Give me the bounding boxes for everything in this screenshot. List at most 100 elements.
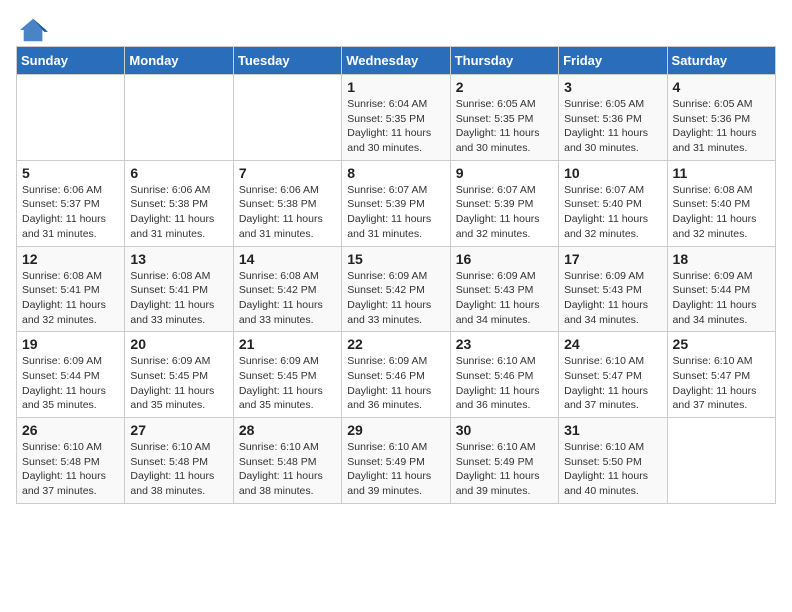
calendar-cell: 31 Sunrise: 6:10 AMSunset: 5:50 PMDayligh… (559, 418, 667, 504)
day-number: 4 (673, 79, 770, 95)
day-number: 25 (673, 336, 770, 352)
calendar-cell: 24Sunrise: 6:10 AMSunset: 5:47 PMDayligh… (559, 332, 667, 418)
day-info: Sunrise: 6:10 AMSunset: 5:48 PMDaylight:… (22, 440, 119, 499)
calendar-cell: 13 Sunrise: 6:08 AMSunset: 5:41 PMDayligh… (125, 246, 233, 332)
calendar-cell: 9 Sunrise: 6:07 AMSunset: 5:39 PMDaylight… (450, 160, 558, 246)
day-info: Sunrise: 6:09 AMSunset: 5:45 PMDaylight:… (239, 354, 336, 413)
logo (16, 16, 48, 38)
day-header-saturday: Saturday (667, 47, 775, 75)
calendar-header-row: SundayMondayTuesdayWednesdayThursdayFrid… (17, 47, 776, 75)
calendar-cell: 5 Sunrise: 6:06 AMSunset: 5:37 PMDaylight… (17, 160, 125, 246)
day-header-monday: Monday (125, 47, 233, 75)
day-info: Sunrise: 6:07 AMSunset: 5:39 PMDaylight:… (347, 183, 444, 242)
day-number: 3 (564, 79, 661, 95)
day-number: 17 (564, 251, 661, 267)
day-info: Sunrise: 6:05 AMSunset: 5:35 PMDaylight:… (456, 97, 553, 156)
day-info: Sunrise: 6:10 AMSunset: 5:49 PMDaylight:… (456, 440, 553, 499)
calendar-cell (233, 75, 341, 161)
calendar-cell: 21 Sunrise: 6:09 AMSunset: 5:45 PMDayligh… (233, 332, 341, 418)
day-number: 27 (130, 422, 227, 438)
day-info: Sunrise: 6:08 AMSunset: 5:41 PMDaylight:… (22, 269, 119, 328)
calendar-cell (125, 75, 233, 161)
day-number: 11 (673, 165, 770, 181)
calendar-week-4: 19 Sunrise: 6:09 AMSunset: 5:44 PMDayligh… (17, 332, 776, 418)
calendar-cell (17, 75, 125, 161)
calendar-cell: 29 Sunrise: 6:10 AMSunset: 5:49 PMDayligh… (342, 418, 450, 504)
calendar-cell: 18Sunrise: 6:09 AMSunset: 5:44 PMDayligh… (667, 246, 775, 332)
logo-icon (20, 16, 48, 44)
day-info: Sunrise: 6:09 AMSunset: 5:44 PMDaylight:… (22, 354, 119, 413)
day-number: 9 (456, 165, 553, 181)
day-number: 14 (239, 251, 336, 267)
calendar-cell: 8Sunrise: 6:07 AMSunset: 5:39 PMDaylight… (342, 160, 450, 246)
day-info: Sunrise: 6:10 AMSunset: 5:46 PMDaylight:… (456, 354, 553, 413)
day-header-sunday: Sunday (17, 47, 125, 75)
day-number: 18 (673, 251, 770, 267)
calendar-cell: 26Sunrise: 6:10 AMSunset: 5:48 PMDayligh… (17, 418, 125, 504)
calendar-cell: 27 Sunrise: 6:10 AMSunset: 5:48 PMDayligh… (125, 418, 233, 504)
day-number: 22 (347, 336, 444, 352)
day-info: Sunrise: 6:10 AMSunset: 5:47 PMDaylight:… (673, 354, 770, 413)
day-header-friday: Friday (559, 47, 667, 75)
calendar-cell: 23 Sunrise: 6:10 AMSunset: 5:46 PMDayligh… (450, 332, 558, 418)
day-info: Sunrise: 6:10 AMSunset: 5:49 PMDaylight:… (347, 440, 444, 499)
day-number: 16 (456, 251, 553, 267)
day-info: Sunrise: 6:10 AMSunset: 5:50 PMDaylight:… (564, 440, 661, 499)
calendar-cell: 20 Sunrise: 6:09 AMSunset: 5:45 PMDayligh… (125, 332, 233, 418)
calendar-cell: 14 Sunrise: 6:08 AMSunset: 5:42 PMDayligh… (233, 246, 341, 332)
day-info: Sunrise: 6:09 AMSunset: 5:42 PMDaylight:… (347, 269, 444, 328)
day-header-tuesday: Tuesday (233, 47, 341, 75)
day-number: 10 (564, 165, 661, 181)
calendar-cell: 19 Sunrise: 6:09 AMSunset: 5:44 PMDayligh… (17, 332, 125, 418)
calendar-cell: 6 Sunrise: 6:06 AMSunset: 5:38 PMDaylight… (125, 160, 233, 246)
day-info: Sunrise: 6:09 AMSunset: 5:43 PMDaylight:… (456, 269, 553, 328)
calendar-cell: 17 Sunrise: 6:09 AMSunset: 5:43 PMDayligh… (559, 246, 667, 332)
day-header-wednesday: Wednesday (342, 47, 450, 75)
day-info: Sunrise: 6:10 AMSunset: 5:47 PMDaylight:… (564, 354, 661, 413)
day-number: 15 (347, 251, 444, 267)
day-number: 28 (239, 422, 336, 438)
day-info: Sunrise: 6:10 AMSunset: 5:48 PMDaylight:… (239, 440, 336, 499)
day-number: 23 (456, 336, 553, 352)
calendar-cell (667, 418, 775, 504)
day-info: Sunrise: 6:06 AMSunset: 5:38 PMDaylight:… (130, 183, 227, 242)
day-number: 20 (130, 336, 227, 352)
day-info: Sunrise: 6:09 AMSunset: 5:46 PMDaylight:… (347, 354, 444, 413)
calendar-cell: 11 Sunrise: 6:08 AMSunset: 5:40 PMDayligh… (667, 160, 775, 246)
day-info: Sunrise: 6:07 AMSunset: 5:39 PMDaylight:… (456, 183, 553, 242)
day-number: 19 (22, 336, 119, 352)
day-number: 31 (564, 422, 661, 438)
calendar-cell: 12Sunrise: 6:08 AMSunset: 5:41 PMDayligh… (17, 246, 125, 332)
day-number: 2 (456, 79, 553, 95)
calendar-cell: 30Sunrise: 6:10 AMSunset: 5:49 PMDayligh… (450, 418, 558, 504)
calendar-week-1: 1Sunrise: 6:04 AMSunset: 5:35 PMDaylight… (17, 75, 776, 161)
day-info: Sunrise: 6:08 AMSunset: 5:40 PMDaylight:… (673, 183, 770, 242)
calendar-cell: 2 Sunrise: 6:05 AMSunset: 5:35 PMDaylight… (450, 75, 558, 161)
calendar-week-2: 5 Sunrise: 6:06 AMSunset: 5:37 PMDaylight… (17, 160, 776, 246)
day-info: Sunrise: 6:09 AMSunset: 5:43 PMDaylight:… (564, 269, 661, 328)
day-number: 1 (347, 79, 444, 95)
day-number: 21 (239, 336, 336, 352)
day-number: 6 (130, 165, 227, 181)
day-number: 7 (239, 165, 336, 181)
day-info: Sunrise: 6:05 AMSunset: 5:36 PMDaylight:… (564, 97, 661, 156)
day-number: 29 (347, 422, 444, 438)
day-number: 5 (22, 165, 119, 181)
day-header-thursday: Thursday (450, 47, 558, 75)
page-header (16, 16, 776, 38)
calendar-cell: 25 Sunrise: 6:10 AMSunset: 5:47 PMDayligh… (667, 332, 775, 418)
day-info: Sunrise: 6:08 AMSunset: 5:41 PMDaylight:… (130, 269, 227, 328)
calendar-week-5: 26Sunrise: 6:10 AMSunset: 5:48 PMDayligh… (17, 418, 776, 504)
calendar-cell: 22 Sunrise: 6:09 AMSunset: 5:46 PMDayligh… (342, 332, 450, 418)
calendar-cell: 4Sunrise: 6:05 AMSunset: 5:36 PMDaylight… (667, 75, 775, 161)
day-number: 13 (130, 251, 227, 267)
calendar-cell: 3 Sunrise: 6:05 AMSunset: 5:36 PMDaylight… (559, 75, 667, 161)
day-info: Sunrise: 6:10 AMSunset: 5:48 PMDaylight:… (130, 440, 227, 499)
calendar-table: SundayMondayTuesdayWednesdayThursdayFrid… (16, 46, 776, 504)
calendar-cell: 15 Sunrise: 6:09 AMSunset: 5:42 PMDayligh… (342, 246, 450, 332)
day-info: Sunrise: 6:09 AMSunset: 5:45 PMDaylight:… (130, 354, 227, 413)
day-info: Sunrise: 6:06 AMSunset: 5:37 PMDaylight:… (22, 183, 119, 242)
calendar-cell: 1Sunrise: 6:04 AMSunset: 5:35 PMDaylight… (342, 75, 450, 161)
day-info: Sunrise: 6:08 AMSunset: 5:42 PMDaylight:… (239, 269, 336, 328)
day-info: Sunrise: 6:07 AMSunset: 5:40 PMDaylight:… (564, 183, 661, 242)
